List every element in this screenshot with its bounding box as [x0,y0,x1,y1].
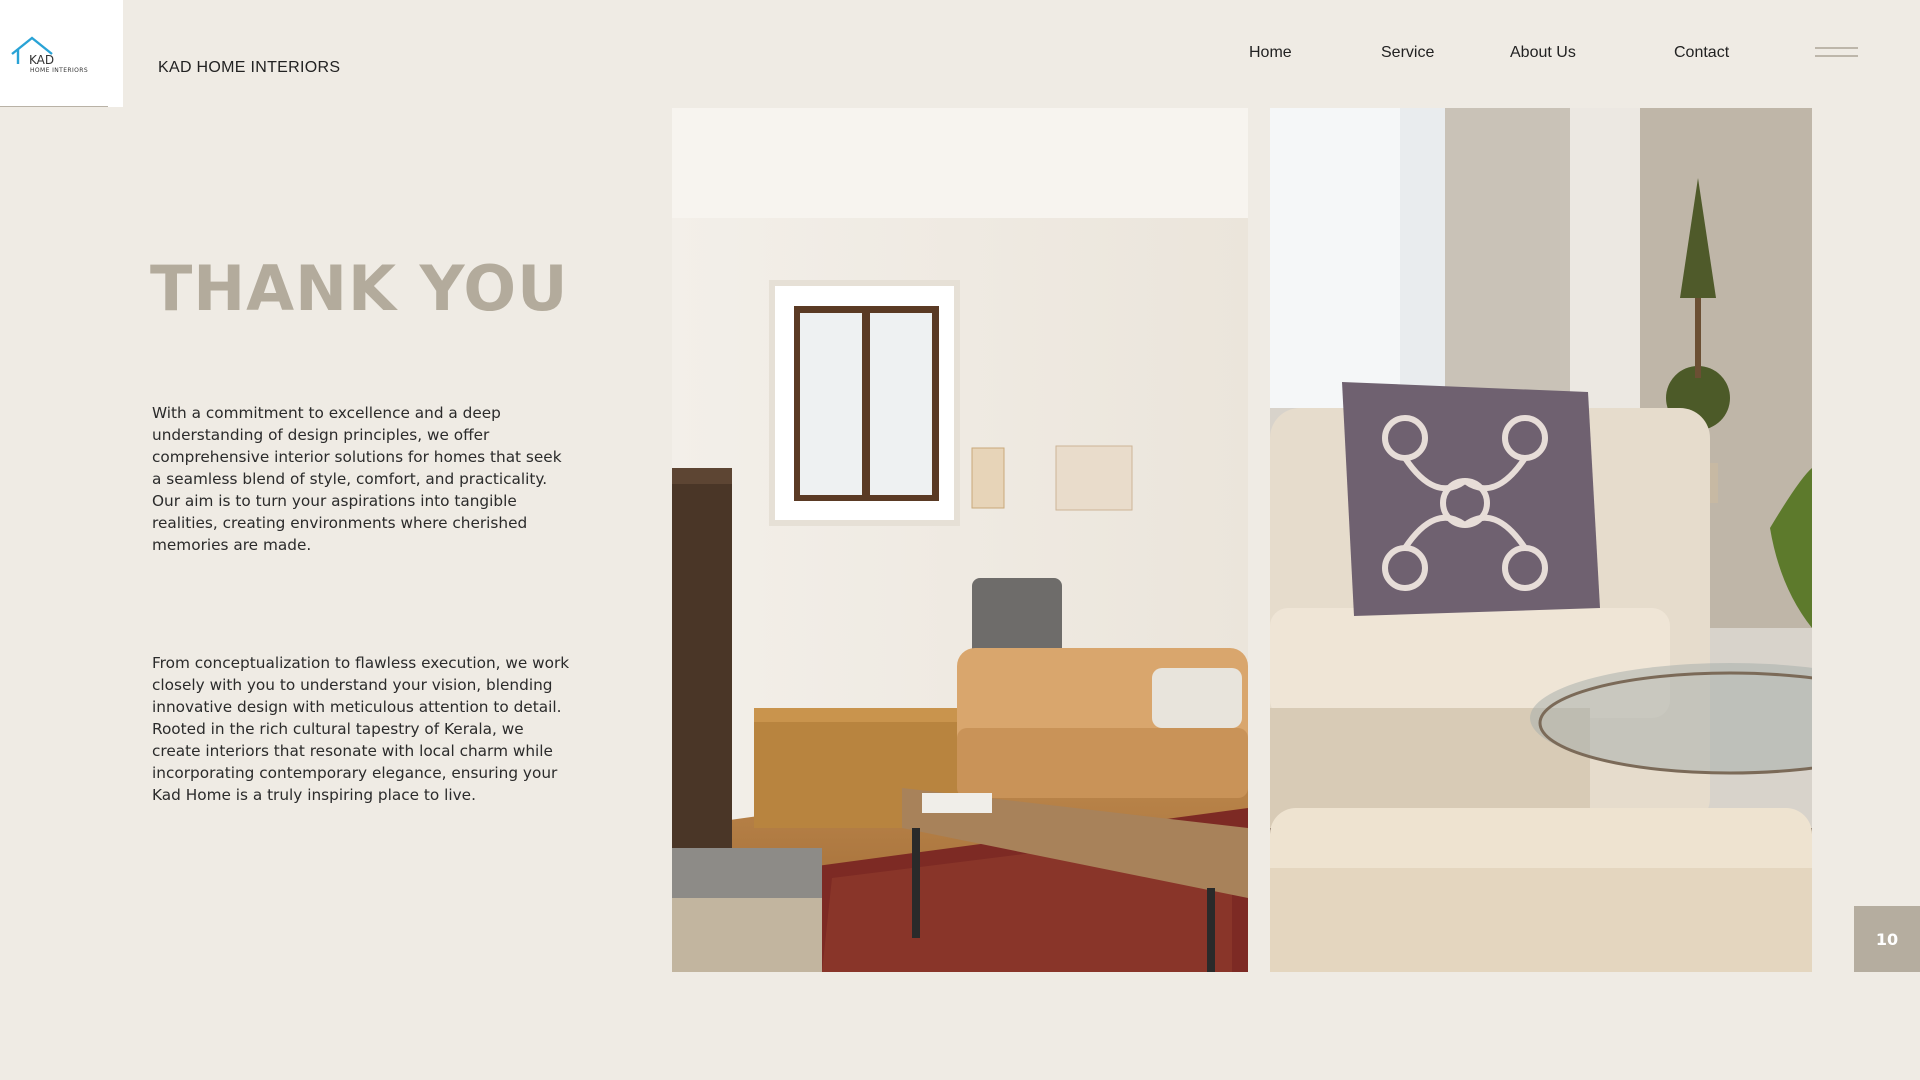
hamburger-icon[interactable] [1815,47,1858,61]
logo-text: KAD [29,53,54,67]
logo[interactable]: KAD HOME INTERIORS [0,0,123,107]
nav-home[interactable]: Home [1249,44,1292,62]
house-logo-icon: KAD HOME INTERIORS [11,36,88,74]
nav-service[interactable]: Service [1381,44,1434,62]
intro-paragraph: With a commitment to excellence and a de… [152,404,562,554]
nav-about-us[interactable]: About Us [1510,44,1576,62]
brand-name: KAD HOME INTERIORS [158,59,341,76]
logo-subtext: HOME INTERIORS [30,67,88,74]
nav-contact[interactable]: Contact [1674,44,1729,62]
page-number-badge: 10 [1854,906,1920,972]
logo-divider [0,106,108,107]
process-paragraph: From conceptualization to flawless execu… [152,654,570,804]
living-room-photo [672,108,1248,972]
page-title: THANK YOU [150,252,569,325]
sofa-pillow-photo [1270,108,1812,972]
